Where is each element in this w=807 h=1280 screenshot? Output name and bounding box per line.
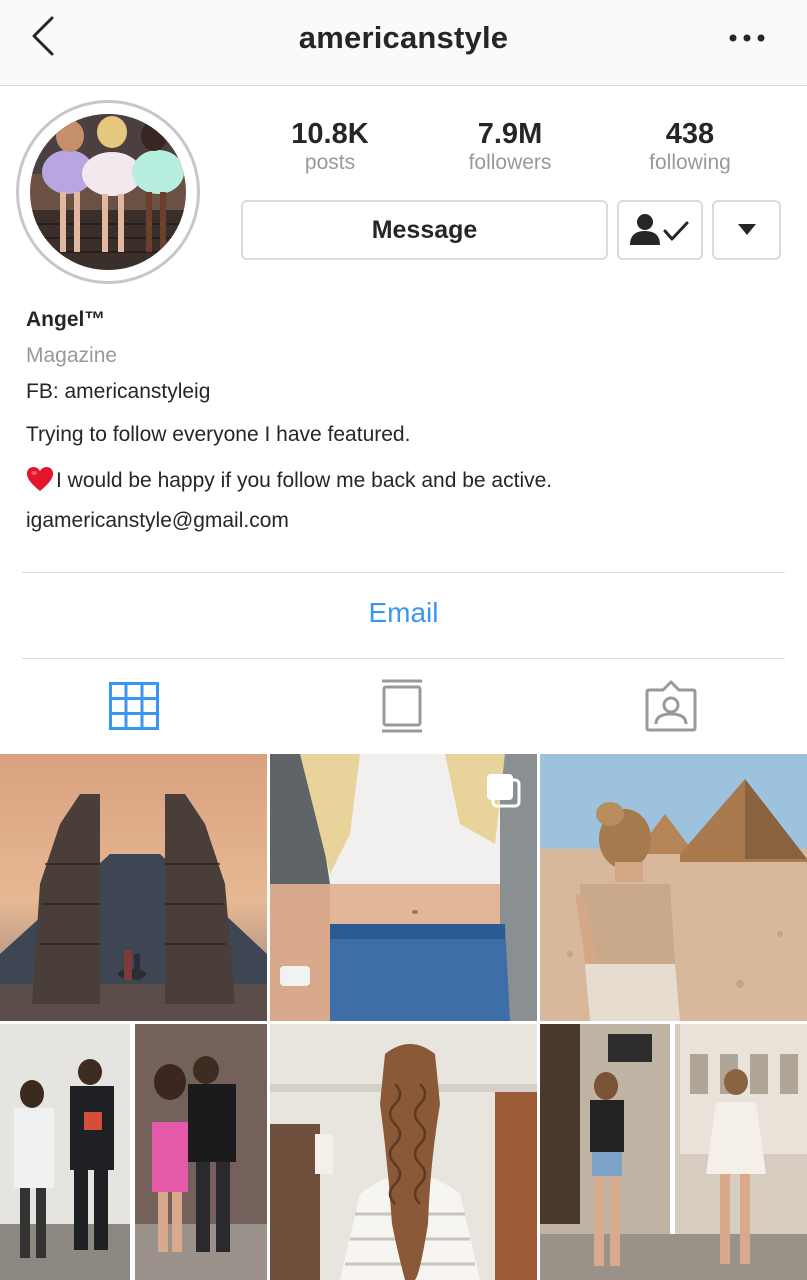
heart-icon	[26, 466, 54, 498]
ellipsis-icon	[729, 34, 765, 42]
post-thumbnail[interactable]	[540, 754, 807, 1021]
followers-label: followers	[468, 151, 552, 174]
grid-icon	[109, 682, 159, 730]
tab-igtv[interactable]	[370, 676, 434, 736]
divider	[22, 572, 785, 573]
following-count: 438	[665, 118, 715, 150]
tab-grid[interactable]	[102, 676, 166, 736]
profile-category: Magazine	[26, 344, 118, 367]
avatar[interactable]	[30, 114, 186, 270]
profile-username: americanstyle	[298, 20, 509, 55]
bio-line-2: I would be happy if you follow me back a…	[56, 469, 553, 492]
followers-count: 7.9M	[477, 118, 543, 150]
divider	[22, 658, 785, 659]
post-thumbnail[interactable]	[270, 1024, 537, 1280]
suggestions-dropdown-button[interactable]	[712, 200, 781, 260]
bio-fb-line: FB: americanstyleig	[26, 380, 211, 403]
message-button[interactable]: Message	[241, 200, 608, 260]
person-check-icon	[630, 214, 689, 245]
bio-line-2-row: I would be happy if you follow me back a…	[26, 466, 552, 498]
stat-posts[interactable]: 10.8K posts	[255, 118, 405, 176]
stat-followers[interactable]: 7.9M followers	[435, 118, 585, 176]
following-status-button[interactable]	[617, 200, 703, 260]
posts-label: posts	[304, 151, 356, 174]
post-thumbnail[interactable]	[540, 1024, 807, 1280]
avatar-ring[interactable]	[16, 100, 200, 284]
profile-display-name: Angel™	[26, 308, 106, 331]
igtv-icon	[382, 679, 422, 733]
email-button[interactable]: Email	[0, 597, 807, 629]
tab-tagged[interactable]	[639, 676, 703, 736]
caret-down-icon	[737, 224, 756, 235]
bio-line-1: Trying to follow everyone I have feature…	[26, 423, 411, 446]
stat-following[interactable]: 438 following	[615, 118, 765, 176]
tagged-person-icon	[645, 680, 697, 732]
more-options-button[interactable]	[725, 26, 769, 50]
post-thumbnail[interactable]	[0, 1024, 267, 1280]
following-label: following	[649, 151, 731, 174]
posts-count: 10.8K	[291, 118, 369, 150]
post-thumbnail[interactable]	[0, 754, 267, 1021]
top-bar: americanstyle	[0, 0, 807, 86]
post-thumbnail[interactable]	[270, 754, 537, 1021]
multiple-photos-icon	[487, 774, 521, 808]
bio-email-text[interactable]: igamericanstyle@gmail.com	[26, 509, 289, 533]
